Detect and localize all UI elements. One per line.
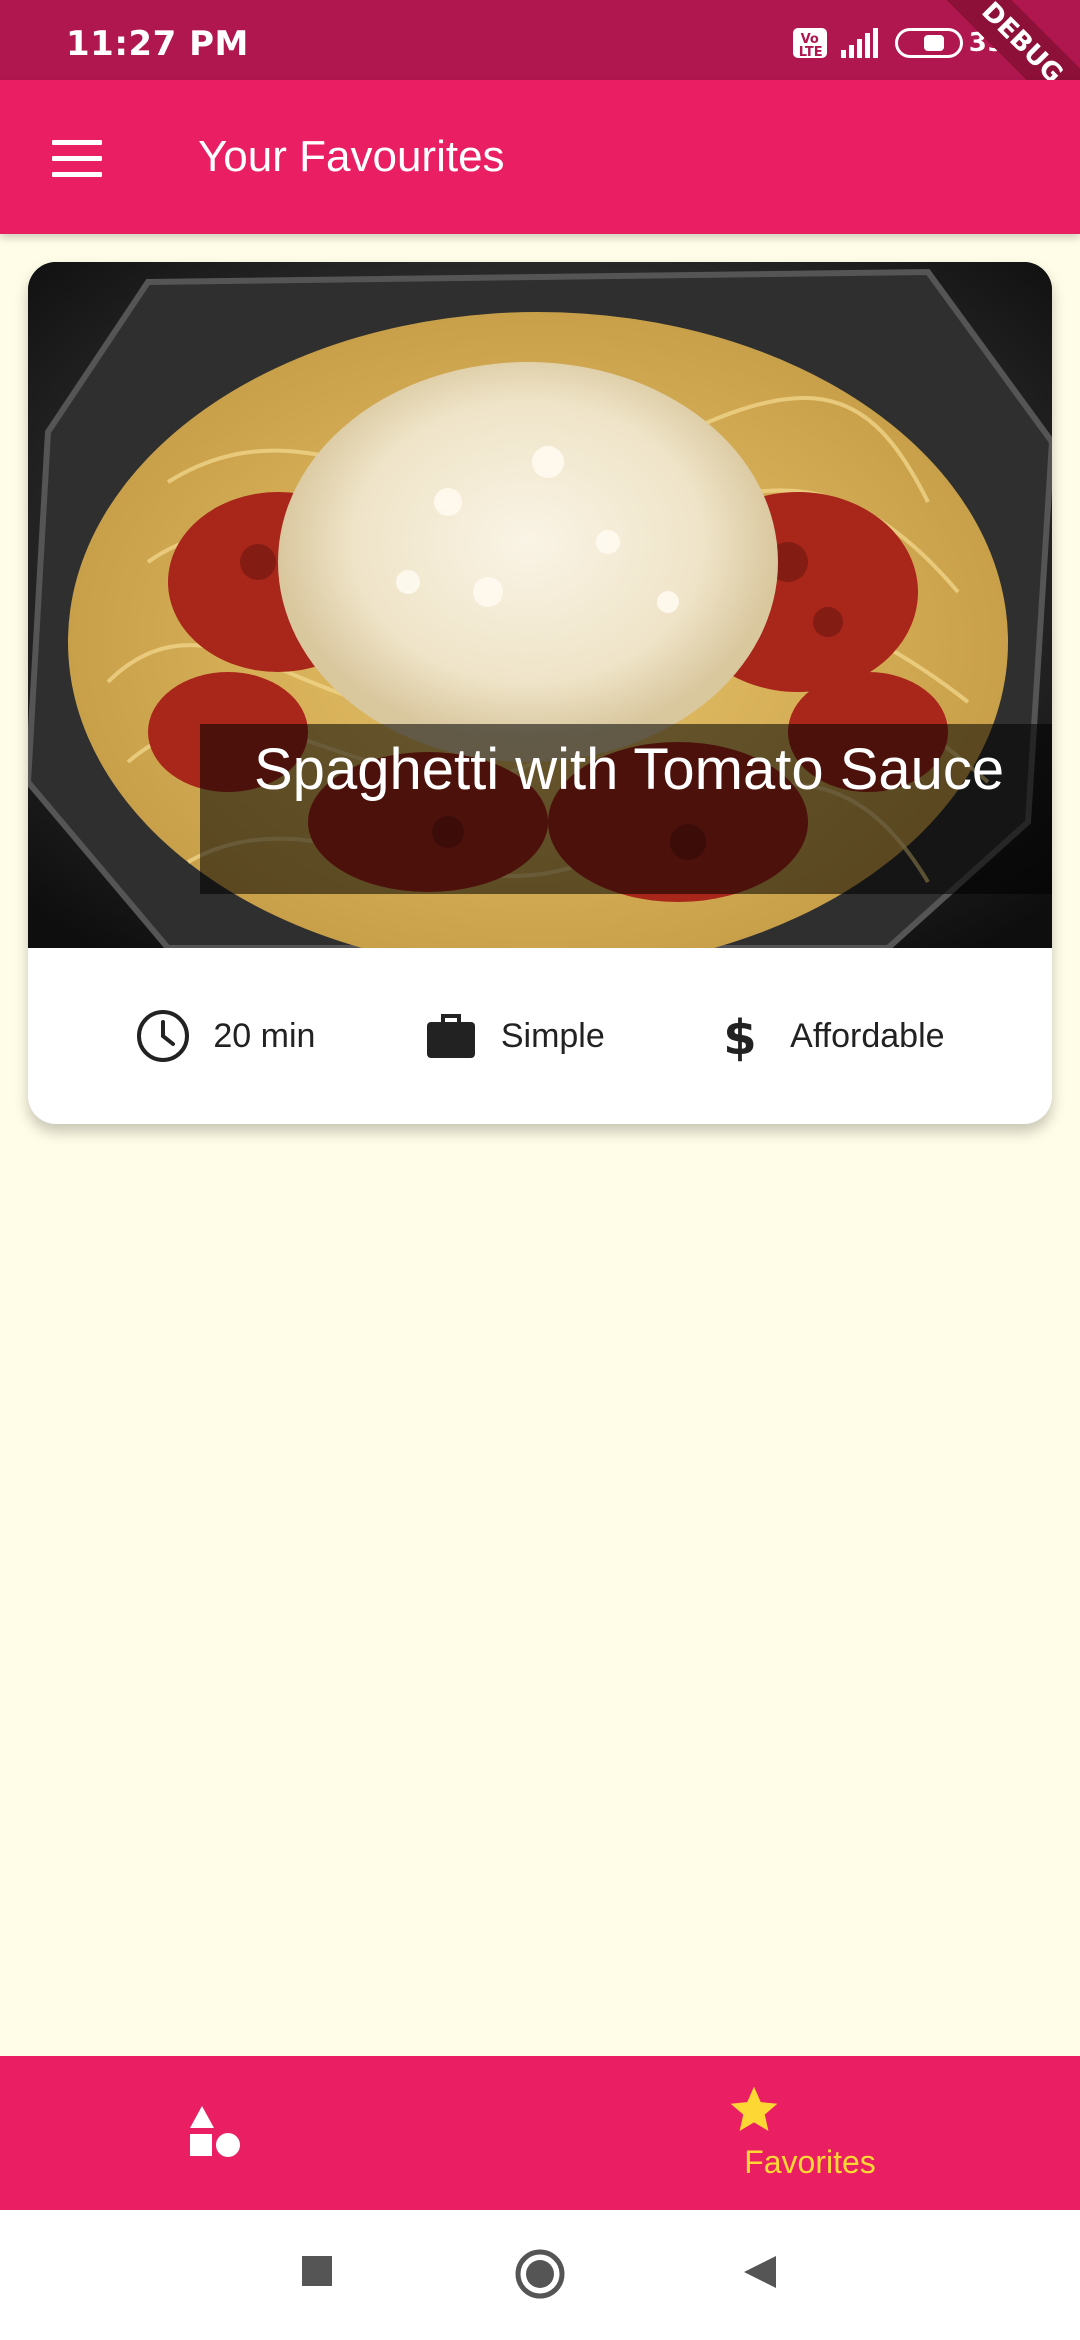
duration-text: 20 min xyxy=(213,1016,316,1055)
battery-icon xyxy=(894,28,963,58)
meal-complexity: Simple xyxy=(423,1008,605,1064)
volte-icon: Vo LTE xyxy=(792,28,827,59)
clock-icon xyxy=(137,1010,190,1062)
affordability-text: Affordable xyxy=(790,1016,945,1055)
page-title: Your Favourites xyxy=(198,132,505,181)
status-bar: 11:27 PM Vo LTE 39 % DEBUG xyxy=(0,0,1080,138)
complexity-text: Simple xyxy=(500,1016,605,1055)
meal-details-row: 20 min Simple $ Affordable xyxy=(28,948,1052,1124)
svg-text:$: $ xyxy=(723,1010,756,1064)
signal-icon xyxy=(840,28,878,58)
nav-item-favorites[interactable]: Favorites xyxy=(540,2056,1080,2210)
home-circle-icon[interactable] xyxy=(514,2248,566,2300)
meal-duration: 20 min xyxy=(135,1008,315,1064)
app-bar: Your Favourites xyxy=(0,80,1080,234)
recents-square-icon[interactable] xyxy=(300,2254,334,2288)
meal-title: Spaghetti with Tomato Sauce xyxy=(254,737,1005,802)
meal-card[interactable]: Spaghetti with Tomato Sauce 20 min Simpl… xyxy=(28,262,1052,1124)
bottom-nav: Favorites xyxy=(0,2056,1080,2210)
categories-shapes-icon xyxy=(190,2106,240,2157)
dollar-icon: $ xyxy=(723,1010,756,1064)
nav-favorites-label: Favorites xyxy=(744,2144,876,2180)
menu-icon[interactable] xyxy=(52,140,102,177)
status-time: 11:27 PM xyxy=(66,24,249,64)
nav-item-categories[interactable] xyxy=(0,2056,540,2210)
meal-affordability: $ Affordable xyxy=(712,1008,944,1064)
briefcase-icon xyxy=(426,1014,475,1058)
system-nav-bar xyxy=(0,2210,1080,2340)
back-triangle-icon[interactable] xyxy=(742,2254,778,2290)
meal-image: Spaghetti with Tomato Sauce xyxy=(28,262,1052,948)
meal-title-overlay: Spaghetti with Tomato Sauce xyxy=(200,724,1052,894)
star-icon xyxy=(730,2086,778,2131)
